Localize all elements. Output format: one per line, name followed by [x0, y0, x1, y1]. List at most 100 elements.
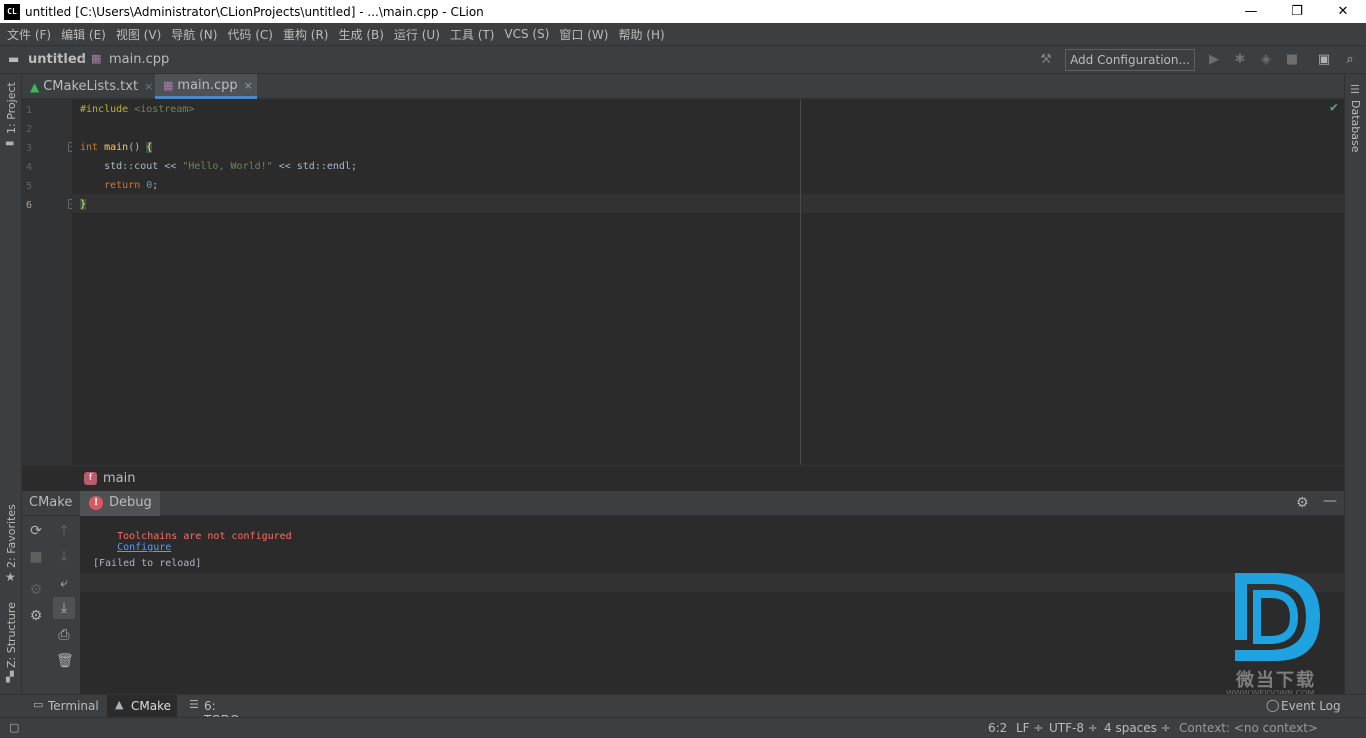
- configure-link[interactable]: Configure: [117, 542, 171, 553]
- todo-list-icon: ☰: [189, 698, 199, 711]
- project-structure-icon[interactable]: ▣: [1316, 52, 1332, 68]
- inspection-ok-check-icon[interactable]: ✔: [1330, 100, 1338, 115]
- left-tool-strip: 1: Project ▬ 2: Favorites ★ Z: Structure…: [0, 74, 22, 694]
- hide-panel-icon[interactable]: —: [1323, 493, 1337, 509]
- panel-toolbar: ⟳ ↑ ■ ↓ ⚙ ⤶ ⤓ ⚙ ⎙ 🗑: [22, 516, 80, 694]
- title-bar: CL untitled [C:\Users\Administrator\CLio…: [0, 0, 1366, 23]
- star-icon: ★: [5, 570, 16, 584]
- close-tab-icon[interactable]: ×: [144, 80, 153, 93]
- search-icon[interactable]: ⌕: [1342, 52, 1358, 68]
- code-line-4: std::cout << "Hello, World!" << std::end…: [80, 161, 357, 172]
- line-number-gutter: 1 2 3 4 5 6 − −: [22, 99, 77, 465]
- favorites-tool-tab[interactable]: 2: Favorites: [5, 504, 18, 568]
- scroll-to-end-toggle[interactable]: ⤓: [53, 597, 75, 619]
- error-icon: !: [89, 496, 103, 510]
- folder-icon: ▬: [8, 52, 20, 66]
- indent-setting[interactable]: 4 spaces ÷: [1104, 721, 1171, 735]
- project-tool-tab[interactable]: 1: Project: [5, 82, 18, 134]
- cmake-panel-title: CMake: [29, 495, 73, 510]
- toolchain-error-text: Toolchains are not configured: [117, 531, 292, 542]
- add-configuration-button[interactable]: Add Configuration...: [1065, 49, 1195, 71]
- debug-icon[interactable]: ✱: [1232, 52, 1248, 68]
- structure-icon: ▞: [6, 672, 14, 683]
- run-coverage-icon[interactable]: ◈: [1258, 52, 1274, 68]
- caret-position[interactable]: 6:2: [988, 721, 1007, 735]
- toggle-tool-windows-icon[interactable]: ▢: [9, 721, 19, 734]
- menu-code[interactable]: 代码 (C): [227, 26, 273, 43]
- stop-icon[interactable]: ■: [28, 549, 44, 565]
- minimize-button[interactable]: —: [1228, 0, 1274, 23]
- tab-label: CMakeLists.txt: [43, 79, 139, 94]
- navigation-bar: ▬ untitled › ▦ main.cpp ⚒ Add Configurat…: [0, 45, 1366, 74]
- database-icon: ☰: [1350, 83, 1360, 96]
- failed-reload-text: [Failed to reload]: [93, 558, 202, 569]
- database-tool-tab[interactable]: Database: [1349, 100, 1362, 153]
- debug-tab-label: Debug: [109, 495, 152, 510]
- menu-edit[interactable]: 编辑 (E): [61, 26, 106, 43]
- menu-help[interactable]: 帮助 (H): [618, 26, 664, 43]
- cpp-file-icon: ▦: [163, 78, 174, 92]
- event-log-tab[interactable]: ◯ Event Log: [1264, 695, 1344, 717]
- file-encoding[interactable]: UTF-8 ÷: [1049, 721, 1098, 735]
- editor-breadcrumb-bar: f main: [22, 465, 1344, 491]
- arrow-up-icon[interactable]: ↑: [56, 523, 72, 539]
- close-window-button[interactable]: ✕: [1320, 0, 1366, 23]
- nav-project[interactable]: untitled: [28, 52, 86, 67]
- menu-navigate[interactable]: 导航 (N): [171, 26, 217, 43]
- menu-bar: 文件 (F) 编辑 (E) 视图 (V) 导航 (N) 代码 (C) 重构 (R…: [0, 23, 1366, 45]
- menu-view[interactable]: 视图 (V): [116, 26, 161, 43]
- structure-tool-tab[interactable]: Z: Structure: [5, 602, 18, 668]
- code-line-1: #include <iostream>: [80, 104, 195, 115]
- console-current-line: [80, 573, 1344, 592]
- code-line-5: return 0;: [104, 180, 159, 191]
- line-number: 2: [26, 124, 33, 135]
- context-indicator[interactable]: Context: <no context>: [1179, 721, 1318, 735]
- terminal-tab[interactable]: ▭ Terminal: [28, 695, 102, 717]
- settings-disabled-icon[interactable]: ⚙: [28, 582, 44, 598]
- event-log-label: Event Log: [1281, 699, 1341, 713]
- watermark-logo: 微当下载 WWW.WEIDOWN.COM: [1226, 570, 1330, 700]
- reload-icon[interactable]: ⟳: [28, 523, 44, 539]
- tool-window-header: CMake ! Debug ⚙ —: [22, 491, 1344, 516]
- todo-tab[interactable]: ☰ 6: TODO: [184, 695, 254, 727]
- debug-tab[interactable]: ! Debug: [80, 491, 160, 516]
- right-margin-guide: [800, 99, 801, 465]
- nav-separator-icon: ›: [80, 52, 86, 67]
- bottom-tool-tabs: ▭ Terminal ▲ CMake ☰ 6: TODO ◯ Event Log: [0, 694, 1366, 727]
- menu-file[interactable]: 文件 (F): [7, 26, 51, 43]
- tab-cmakelists[interactable]: ▲ CMakeLists.txt ×: [22, 74, 154, 99]
- menu-build[interactable]: 生成 (B): [339, 26, 384, 43]
- close-tab-icon[interactable]: ×: [244, 79, 253, 92]
- menu-window[interactable]: 窗口 (W): [559, 26, 608, 43]
- build-hammer-icon[interactable]: ⚒: [1038, 52, 1054, 68]
- cmake-tab[interactable]: ▲ CMake: [107, 695, 177, 717]
- line-separator[interactable]: LF ÷: [1016, 721, 1043, 735]
- menu-tools[interactable]: 工具 (T): [450, 26, 495, 43]
- line-number: 6: [26, 200, 33, 211]
- arrow-down-icon[interactable]: ↓: [56, 549, 72, 565]
- console-output[interactable]: Toolchains are not configured Configure …: [80, 516, 1344, 694]
- trash-icon[interactable]: 🗑: [56, 653, 74, 669]
- menu-vcs[interactable]: VCS (S): [504, 27, 549, 41]
- tab-main-cpp[interactable]: ▦ main.cpp ×: [155, 74, 257, 99]
- terminal-icon: ▭: [33, 698, 44, 711]
- soft-wrap-icon[interactable]: ⤶: [56, 575, 72, 591]
- run-icon[interactable]: ▶: [1206, 52, 1222, 68]
- line-number: 3: [26, 143, 33, 154]
- menu-refactor[interactable]: 重构 (R): [283, 26, 329, 43]
- line-number: 5: [26, 181, 33, 192]
- gear-icon[interactable]: ⚙: [28, 608, 44, 624]
- line-number: 4: [26, 162, 33, 173]
- code-editor[interactable]: #include <iostream> int main() { std::co…: [72, 99, 1344, 465]
- gear-icon[interactable]: ⚙: [1296, 495, 1309, 511]
- breadcrumb-function[interactable]: main: [103, 471, 135, 486]
- current-line-highlight: [72, 194, 1344, 213]
- menu-run[interactable]: 运行 (U): [394, 26, 440, 43]
- maximize-button[interactable]: ❐: [1274, 0, 1320, 23]
- nav-file[interactable]: main.cpp: [109, 52, 169, 67]
- cmake-triangle-icon: ▲: [30, 79, 40, 94]
- status-bar: ▢ 6:2 LF ÷ UTF-8 ÷ 4 spaces ÷ Context: <…: [0, 717, 1366, 738]
- print-icon[interactable]: ⎙: [56, 627, 72, 643]
- stop-icon[interactable]: ■: [1284, 52, 1300, 68]
- watermark-d-icon: [1235, 573, 1320, 661]
